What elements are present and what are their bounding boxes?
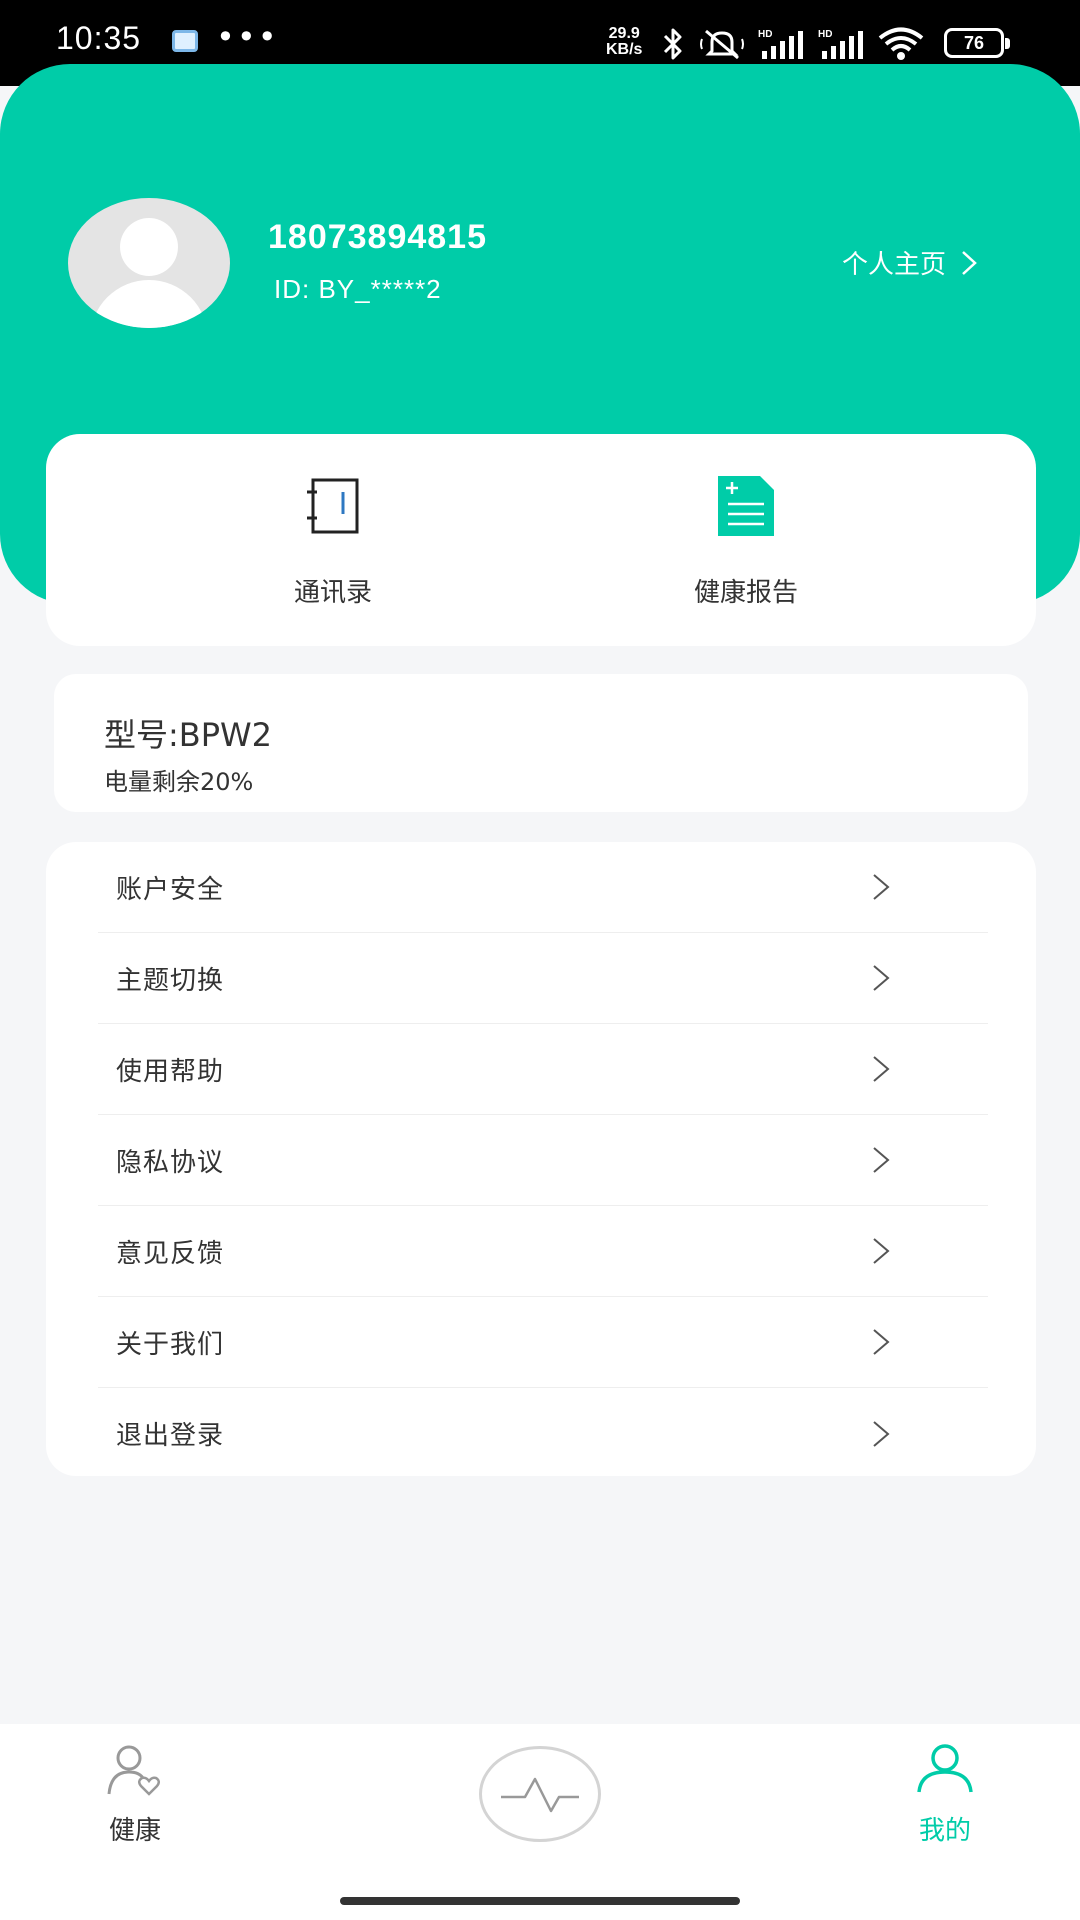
chevron-right-icon — [873, 874, 890, 900]
menu-item-label: 主题切换 — [116, 965, 225, 996]
settings-menu: 账户安全 主题切换 使用帮助 隐私协议 意见反馈 关于我们 退出登录 — [46, 842, 1036, 1476]
tab-mine[interactable]: 我的 — [875, 1742, 1015, 1847]
chevron-right-icon — [962, 250, 977, 275]
menu-item-label: 意见反馈 — [116, 1238, 225, 1269]
profile-screen: 10:35 ••• 29.9 KB/s HD HD 76 18073894815… — [0, 0, 1080, 1920]
user-heart-icon — [107, 1745, 160, 1796]
avatar-head-shape — [120, 218, 178, 276]
avatar-body-shape — [90, 280, 208, 328]
device-card[interactable]: 型号:BPW2 电量剩余20% — [54, 674, 1028, 812]
chevron-right-icon — [873, 1056, 890, 1082]
user-icon — [917, 1744, 973, 1793]
battery-indicator: 76 — [944, 28, 1010, 58]
hd-signal-icon: HD — [818, 29, 863, 59]
shortcut-health-report-label: 健康报告 — [693, 578, 798, 608]
chevron-right-icon — [873, 1329, 890, 1355]
network-speed: 29.9 KB/s — [606, 26, 642, 58]
mute-icon — [700, 29, 744, 60]
svg-text:HD: HD — [818, 29, 832, 40]
shortcut-card: 通讯录 健康报告 — [46, 434, 1036, 646]
menu-item-label: 账户安全 — [116, 874, 225, 905]
user-id: ID: BY_*****2 — [274, 274, 442, 304]
homepage-label: 个人主页 — [842, 250, 947, 280]
bluetooth-icon — [663, 28, 682, 60]
bottom-nav: 健康 我的 — [0, 1724, 1080, 1920]
health-report-icon — [718, 476, 774, 536]
hd-signal-icon: HD — [758, 29, 803, 59]
chevron-right-icon — [873, 1238, 890, 1264]
network-speed-unit: KB/s — [606, 41, 643, 58]
contacts-book-icon — [307, 478, 359, 534]
menu-item-theme-switch[interactable]: 主题切换 — [98, 933, 988, 1024]
menu-item-about[interactable]: 关于我们 — [98, 1297, 988, 1388]
heartbeat-icon — [501, 1777, 579, 1813]
tab-mine-label: 我的 — [918, 1816, 971, 1846]
tab-health[interactable]: 健康 — [65, 1742, 205, 1847]
home-indicator[interactable] — [340, 1897, 740, 1905]
shortcut-contacts-label: 通讯录 — [293, 578, 372, 608]
menu-item-label: 隐私协议 — [116, 1147, 225, 1178]
chevron-right-icon — [873, 1147, 890, 1173]
menu-item-label: 使用帮助 — [116, 1056, 225, 1087]
avatar[interactable] — [68, 198, 230, 328]
homepage-link[interactable]: 个人主页 — [842, 244, 978, 281]
menu-item-label: 关于我们 — [116, 1329, 225, 1360]
menu-item-account-security[interactable]: 账户安全 — [98, 842, 988, 933]
shortcut-contacts[interactable]: 通讯录 — [213, 474, 453, 609]
network-speed-value: 29.9 — [608, 25, 640, 42]
wifi-icon — [878, 27, 924, 60]
menu-item-feedback[interactable]: 意见反馈 — [98, 1206, 988, 1297]
device-model: 型号:BPW2 — [104, 716, 273, 754]
shortcut-health-report[interactable]: 健康报告 — [626, 474, 866, 609]
gallery-icon — [172, 30, 198, 52]
chevron-right-icon — [873, 1420, 890, 1447]
center-measure-button[interactable] — [479, 1746, 601, 1842]
menu-item-privacy[interactable]: 隐私协议 — [98, 1115, 988, 1206]
menu-item-logout[interactable]: 退出登录 — [98, 1388, 988, 1479]
menu-item-label: 退出登录 — [116, 1421, 225, 1451]
device-battery: 电量剩余20% — [104, 768, 254, 796]
tab-health-label: 健康 — [108, 1816, 161, 1846]
svg-text:HD: HD — [758, 29, 772, 40]
status-more-icon: ••• — [216, 18, 279, 56]
menu-item-help[interactable]: 使用帮助 — [98, 1024, 988, 1115]
chevron-right-icon — [873, 965, 890, 991]
status-icons: HD HD — [660, 24, 924, 64]
status-time: 10:35 — [56, 20, 142, 56]
user-phone: 18073894815 — [268, 218, 488, 256]
